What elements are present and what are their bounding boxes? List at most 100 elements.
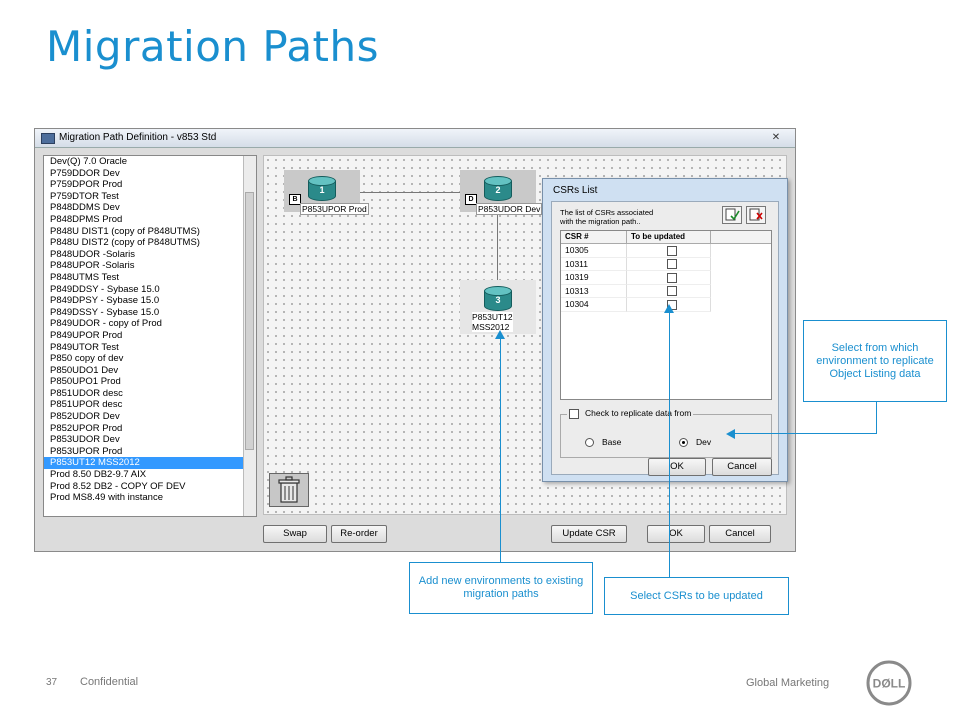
list-item[interactable]: P851UDOR desc [44,388,256,400]
column-to-be-updated: To be updated [627,231,711,243]
radio-base[interactable]: Base [585,437,621,448]
window-title: Migration Path Definition - v853 Std [59,132,217,143]
list-item[interactable]: P853UT12 MSS2012 [44,457,256,470]
scrollbar-thumb[interactable] [245,192,254,450]
migration-node-3[interactable]: 3 P853UT12 MSS2012 [460,280,536,334]
csr-number: 10304 [561,298,627,312]
list-item[interactable]: Prod 8.52 DB2 - COPY OF DEV [44,481,256,493]
list-item[interactable]: P853UPOR Prod [44,446,256,458]
trash-icon[interactable] [269,473,309,507]
select-all-icon[interactable] [722,206,742,224]
table-row[interactable]: 10311 [561,257,771,271]
node-label: P853UT12 MSS2012 [472,312,513,332]
list-item[interactable]: Prod MS8.49 with instance [44,492,256,504]
radio-dev-dot[interactable] [679,438,688,448]
deselect-all-icon[interactable] [746,206,766,224]
csrs-list-dialog: CSRs List The list of CSRs associated wi… [542,178,788,482]
dialog-cancel-button[interactable]: Cancel [712,458,772,476]
table-row[interactable]: 10319 [561,271,771,285]
table-row[interactable]: 10305 [561,244,771,258]
csr-table[interactable]: CSR # To be updated 10305 10311 10319 10… [560,230,772,400]
environment-list[interactable]: Dev(Q) 7.0 Oracle P759DDOR Dev P759DPOR Pr… [43,155,257,517]
list-item[interactable]: P848UPOR -Solaris [44,260,256,272]
list-item[interactable]: P850UPO1 Prod [44,376,256,388]
node-label: P853UPOR Prod [300,203,369,215]
node-label: P853UDOR Dev [476,203,543,215]
column-csr-number: CSR # [561,231,627,243]
list-item[interactable]: P759DPOR Prod [44,179,256,191]
list-item[interactable]: P848UDOR -Solaris [44,249,256,261]
csr-number: 10319 [561,271,627,285]
confidential-label: Confidential [80,676,139,688]
database-icon: 1 [308,176,336,204]
close-icon[interactable]: ✕ [765,131,787,144]
to-be-updated-checkbox[interactable] [667,259,677,270]
csr-number: 10305 [561,244,627,258]
callout-add-environments: Add new environments to existing migrati… [409,562,593,614]
database-icon: 2 [484,176,512,204]
list-item[interactable]: Prod 8.50 DB2-9.7 AIX [44,469,256,481]
list-item[interactable]: P849DPSY - Sybase 15.0 [44,295,256,307]
dell-logo-icon: DØLL [866,660,912,706]
list-item[interactable]: P849UTOR Test [44,342,256,354]
list-item[interactable]: P849DSSY - Sybase 15.0 [44,307,256,319]
arrow-replicate [726,429,735,439]
to-be-updated-checkbox[interactable] [667,286,677,297]
replicate-groupbox: Check to replicate data from Base Dev [560,408,772,458]
radio-base-dot[interactable] [585,438,594,448]
leader-add-env [500,338,501,562]
list-item[interactable]: P850UDO1 Dev [44,365,256,377]
to-be-updated-checkbox[interactable] [667,272,677,283]
leader-select-csrs [669,312,670,577]
list-item[interactable]: P848U DIST2 (copy of P848UTMS) [44,237,256,249]
reorder-button[interactable]: Re-order [331,525,387,543]
slide-title: Migration Paths [46,22,380,71]
arrow-add-env [495,330,505,339]
list-item[interactable]: P848DPMS Prod [44,214,256,226]
ok-button[interactable]: OK [647,525,705,543]
list-item[interactable]: P852UDOR Dev [44,411,256,423]
arrow-select-csrs [664,304,674,313]
app-icon [41,133,55,144]
radio-dev[interactable]: Dev [679,437,711,448]
swap-button[interactable]: Swap [263,525,327,543]
list-item[interactable]: P853UDOR Dev [44,434,256,446]
csr-number: 10311 [561,257,627,271]
svg-text:DØLL: DØLL [873,677,906,691]
list-item[interactable]: P849DDSY - Sybase 15.0 [44,284,256,296]
list-item[interactable]: P850 copy of dev [44,353,256,365]
replicate-checkbox-label[interactable]: Check to replicate data from [567,408,694,419]
csr-table-header: CSR # To be updated [561,231,771,244]
list-item[interactable]: P759DDOR Dev [44,168,256,180]
migration-node-1[interactable]: 1 B P853UPOR Prod [284,170,369,215]
to-be-updated-checkbox[interactable] [667,245,677,256]
environment-items: Dev(Q) 7.0 Oracle P759DDOR Dev P759DPOR Pr… [44,156,256,504]
leader-replicate-v [876,402,877,434]
list-item[interactable]: Dev(Q) 7.0 Oracle [44,156,256,168]
dialog-ok-button[interactable]: OK [648,458,706,476]
list-item[interactable]: P759DTOR Test [44,191,256,203]
list-item[interactable]: P851UPOR desc [44,399,256,411]
list-item[interactable]: P849UPOR Prod [44,330,256,342]
list-item[interactable]: P852UPOR Prod [44,423,256,435]
environment-list-scrollbar[interactable] [243,156,256,516]
dialog-title: CSRs List [553,185,598,196]
table-row[interactable]: 10313 [561,284,771,298]
leader-replicate-h [734,433,877,434]
list-item[interactable]: P848U DIST1 (copy of P848UTMS) [44,226,256,238]
global-marketing-label: Global Marketing [746,677,830,689]
list-item[interactable]: P849UDOR - copy of Prod [44,318,256,330]
database-icon: 3 [484,286,512,314]
update-csr-button[interactable]: Update CSR [551,525,627,543]
replicate-checkbox[interactable] [569,408,579,419]
cancel-button[interactable]: Cancel [709,525,771,543]
dialog-description: The list of CSRs associated with the mig… [560,208,654,226]
list-item[interactable]: P848DDMS Dev [44,202,256,214]
callout-replicate: Select from which environment to replica… [803,320,947,402]
migration-node-2[interactable]: 2 D P853UDOR Dev [460,170,543,215]
callout-select-csrs: Select CSRs to be updated [604,577,789,615]
list-item[interactable]: P848UTMS Test [44,272,256,284]
connector-1-2 [358,192,460,193]
csr-number: 10313 [561,284,627,298]
window-titlebar[interactable]: Migration Path Definition - v853 Std ✕ [35,129,795,148]
